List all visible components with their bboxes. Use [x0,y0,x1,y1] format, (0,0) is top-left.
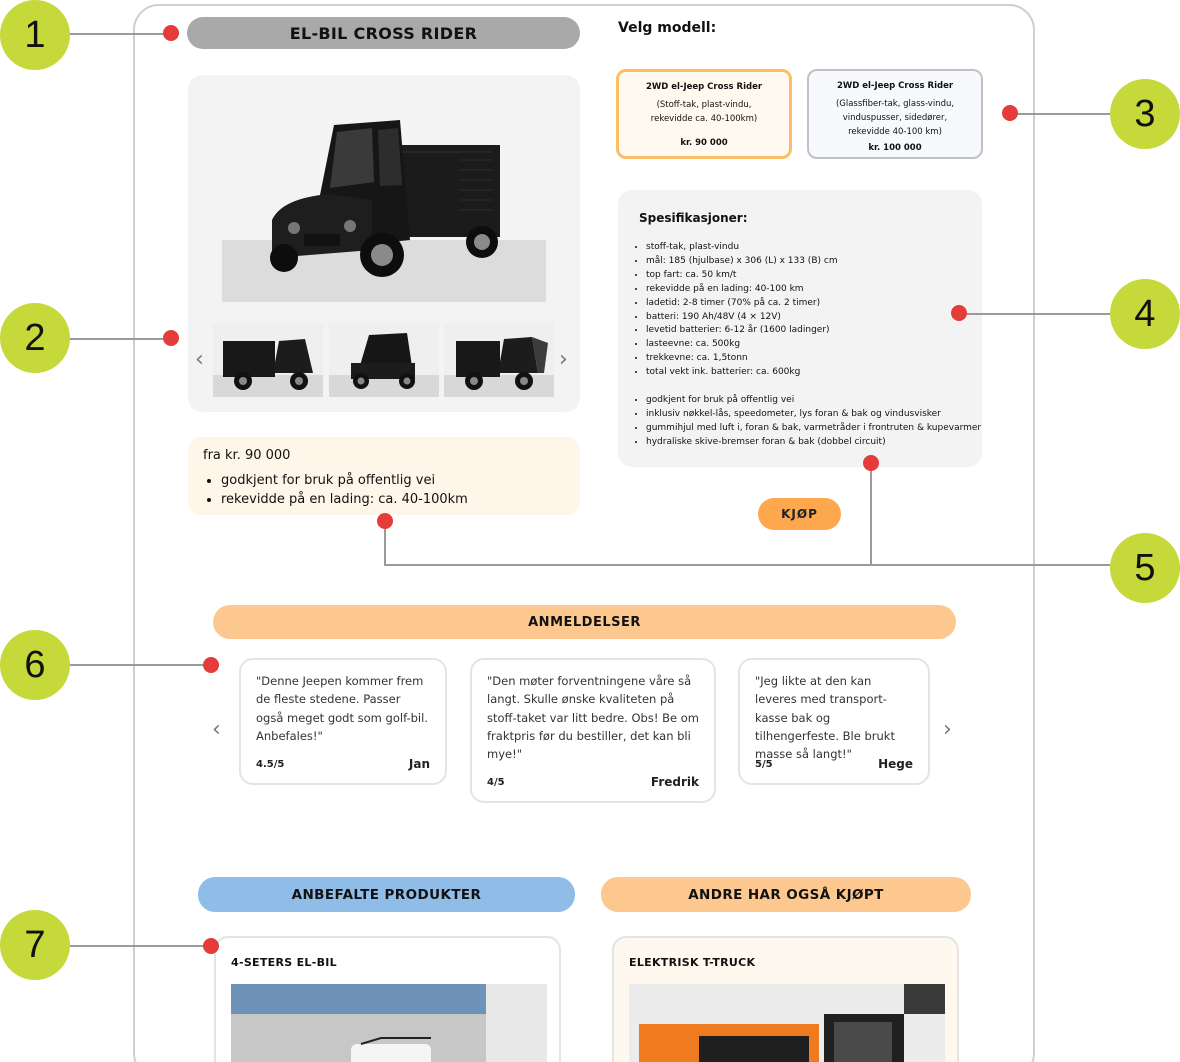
gallery-thumbnail[interactable] [329,323,439,397]
review-text: "Den møter forventningene våre så langt.… [487,674,699,762]
spec-item: trekkevne: ca. 1,5tonn [646,352,838,366]
callout-badge-5: 5 [1110,533,1180,603]
callout-badge-2: 2 [0,303,70,373]
spec-item: stoff-tak, plast-vindu [646,241,838,255]
callout-badge-6: 6 [0,630,70,700]
callout-line [960,313,1110,315]
callout-badge-1: 1 [0,0,70,70]
callout-line [70,664,210,666]
thumbnail-image [444,323,554,397]
also-bought-header: ANDRE HAR OGSÅ KJØPT [601,877,971,912]
callout-dot [203,938,219,954]
price-summary: fra kr. 90 000 godkjent for bruk på offe… [188,437,580,515]
callout-dot [1002,105,1018,121]
product-name: 4-SETERS EL-BIL [231,956,337,969]
gallery-thumbnail[interactable] [444,323,554,397]
spec-item: ladetid: 2-8 timer (70% på ca. 2 timer) [646,297,838,311]
reviews-prev-icon[interactable]: ‹ [212,719,221,741]
spec-item: godkjent for bruk på offentlig vei [646,394,981,408]
model-price: kr. 100 000 [868,143,922,153]
highlight-item: rekevidde på en lading: ca. 40-100km [221,492,468,507]
product-name: ELEKTRISK T-TRUCK [629,956,756,969]
gallery-thumbnail[interactable] [213,323,323,397]
spec-item: mål: 185 (hjulbase) x 306 (L) x 133 (B) … [646,255,838,269]
review-card: "Den møter forventningene våre så langt.… [470,658,716,803]
callout-dot [863,455,879,471]
reviews-header: ANMELDELSER [213,605,956,639]
reviews-next-icon[interactable]: › [943,719,952,741]
spec-item: levetid batterier: 6-12 år (1600 ladinge… [646,324,838,338]
gallery-prev-icon[interactable]: ‹ [195,349,204,371]
thumbnail-image [213,323,323,397]
t-truck-image [629,984,945,1062]
jeep-photo-image [222,90,546,302]
review-author: Hege [878,757,913,771]
product-photo [231,984,547,1062]
recommended-product-card[interactable]: 4-SETERS EL-BIL [214,936,561,1062]
buy-button[interactable]: KJØP [758,498,841,530]
callout-dot [163,25,179,41]
spec-item: hydraliske skive-bremser foran & bak (do… [646,436,981,450]
callout-dot [163,330,179,346]
callout-dot [377,513,393,529]
callout-badge-4: 4 [1110,279,1180,349]
price-highlights: godkjent for bruk på offentlig vei rekev… [221,473,468,511]
review-text: "Jeg likte at den kan leveres med transp… [755,674,895,762]
review-author: Jan [408,757,430,771]
callout-line [1010,113,1110,115]
spec-list: stoff-tak, plast-vindu mål: 185 (hjulbas… [646,241,838,380]
model-option-stoff[interactable]: 2WD el-Jeep Cross Rider (Stoff-tak, plas… [616,69,792,159]
model-option-glassfiber[interactable]: 2WD el-Jeep Cross Rider (Glassfiber-tak,… [807,69,983,159]
spec-item: total vekt ink. batterier: ca. 600kg [646,366,838,380]
specifications-title: Spesifikasjoner: [639,211,748,225]
product-photo [629,984,945,1062]
main-product-photo[interactable] [222,90,546,302]
model-price: kr. 90 000 [680,138,728,148]
also-bought-product-card[interactable]: ELEKTRISK T-TRUCK [612,936,959,1062]
spec-item: gummihjul med luft i, foran & bak, varme… [646,422,981,436]
callout-line [384,564,1110,566]
callout-line [70,338,170,340]
spec-item: batteri: 190 Ah/48V (4 × 12V) [646,311,838,325]
spec-item: lasteevne: ca. 500kg [646,338,838,352]
model-name: 2WD el-Jeep Cross Rider [645,82,763,92]
product-title: EL-BIL CROSS RIDER [187,17,580,49]
model-name: 2WD el-Jeep Cross Rider [836,81,954,91]
spec-item: top fart: ca. 50 km/t [646,269,838,283]
review-card: "Denne Jeepen kommer frem de fleste sted… [239,658,447,785]
review-rating: 4/5 [487,777,505,788]
review-card: "Jeg likte at den kan leveres med transp… [738,658,930,785]
callout-dot [951,305,967,321]
callout-badge-7: 7 [0,910,70,980]
thumbnail-image [329,323,439,397]
review-text: "Denne Jeepen kommer frem de fleste sted… [256,674,428,743]
review-rating: 4.5/5 [256,759,285,770]
price-from: fra kr. 90 000 [203,448,291,463]
review-author: Fredrik [650,775,699,789]
four-seater-image [231,984,547,1062]
spec-item: rekevidde på en lading: 40-100 km [646,283,838,297]
feature-list: godkjent for bruk på offentlig vei inklu… [646,394,981,450]
model-details: (Stoff-tak, plast-vindu, rekevidde ca. 4… [650,100,758,124]
callout-dot [203,657,219,673]
review-rating: 5/5 [755,759,773,770]
recommended-header: ANBEFALTE PRODUKTER [198,877,575,912]
callout-badge-3: 3 [1110,79,1180,149]
callout-line [70,33,170,35]
specifications-panel: Spesifikasjoner: stoff-tak, plast-vindu … [618,190,982,467]
callout-line [870,462,872,566]
model-select-label: Velg modell: [618,20,717,36]
gallery-next-icon[interactable]: › [559,349,568,371]
model-details: (Glassfiber-tak, glass-vindu, vinduspuss… [835,99,955,137]
highlight-item: godkjent for bruk på offentlig vei [221,473,468,488]
callout-line [70,945,210,947]
spec-item: inklusiv nøkkel-lås, speedometer, lys fo… [646,408,981,422]
